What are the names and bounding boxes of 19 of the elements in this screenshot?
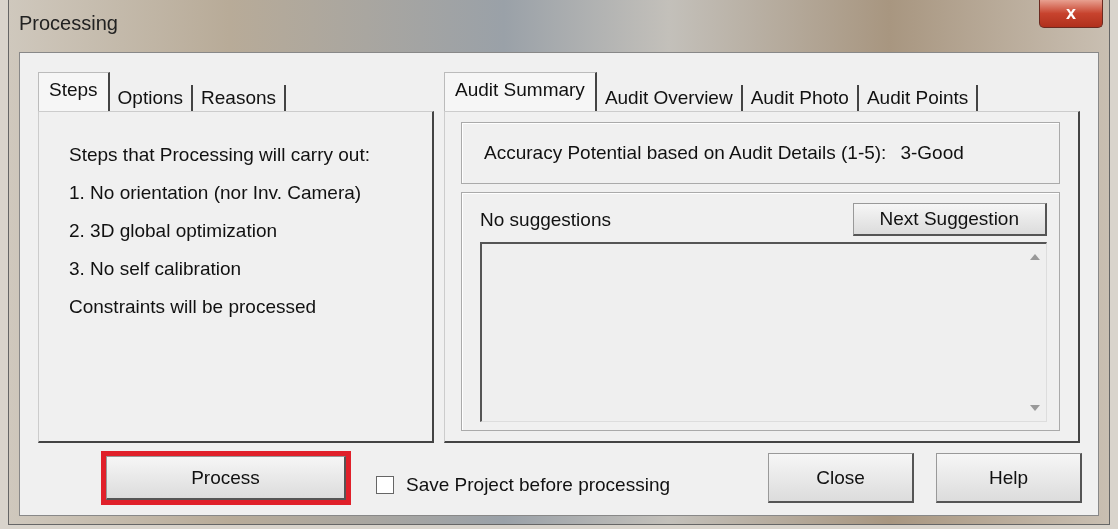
help-button[interactable]: Help [936, 453, 1082, 503]
accuracy-value: 3-Good [900, 142, 964, 164]
checkbox-label: Save Project before processing [406, 474, 671, 496]
scroll-down-icon[interactable] [1030, 405, 1040, 411]
tab[interactable]: Steps [38, 72, 110, 111]
accuracy-label: Accuracy Potential based on Audit Details (1-5): [484, 142, 887, 164]
step-item: 1. No orientation (nor Inv. Camera) [69, 182, 363, 204]
window-title: Processing [19, 12, 118, 35]
steps-heading: Steps that Processing will carry out: [69, 144, 371, 166]
tab[interactable]: Audit Summary [444, 72, 597, 111]
scroll-up-icon[interactable] [1030, 254, 1040, 260]
close-button[interactable]: Close [768, 453, 914, 503]
close-button[interactable]: x [1039, 0, 1103, 28]
suggestions-label: No suggestions [480, 208, 611, 231]
checkbox[interactable] [376, 476, 394, 494]
step-item: Constraints will be processed [69, 296, 318, 318]
step-item: 2. 3D global optimization [69, 220, 279, 242]
step-item: 3. No self calibration [69, 258, 243, 280]
next-suggestion-button[interactable]: Next Suggestion [852, 203, 1047, 236]
